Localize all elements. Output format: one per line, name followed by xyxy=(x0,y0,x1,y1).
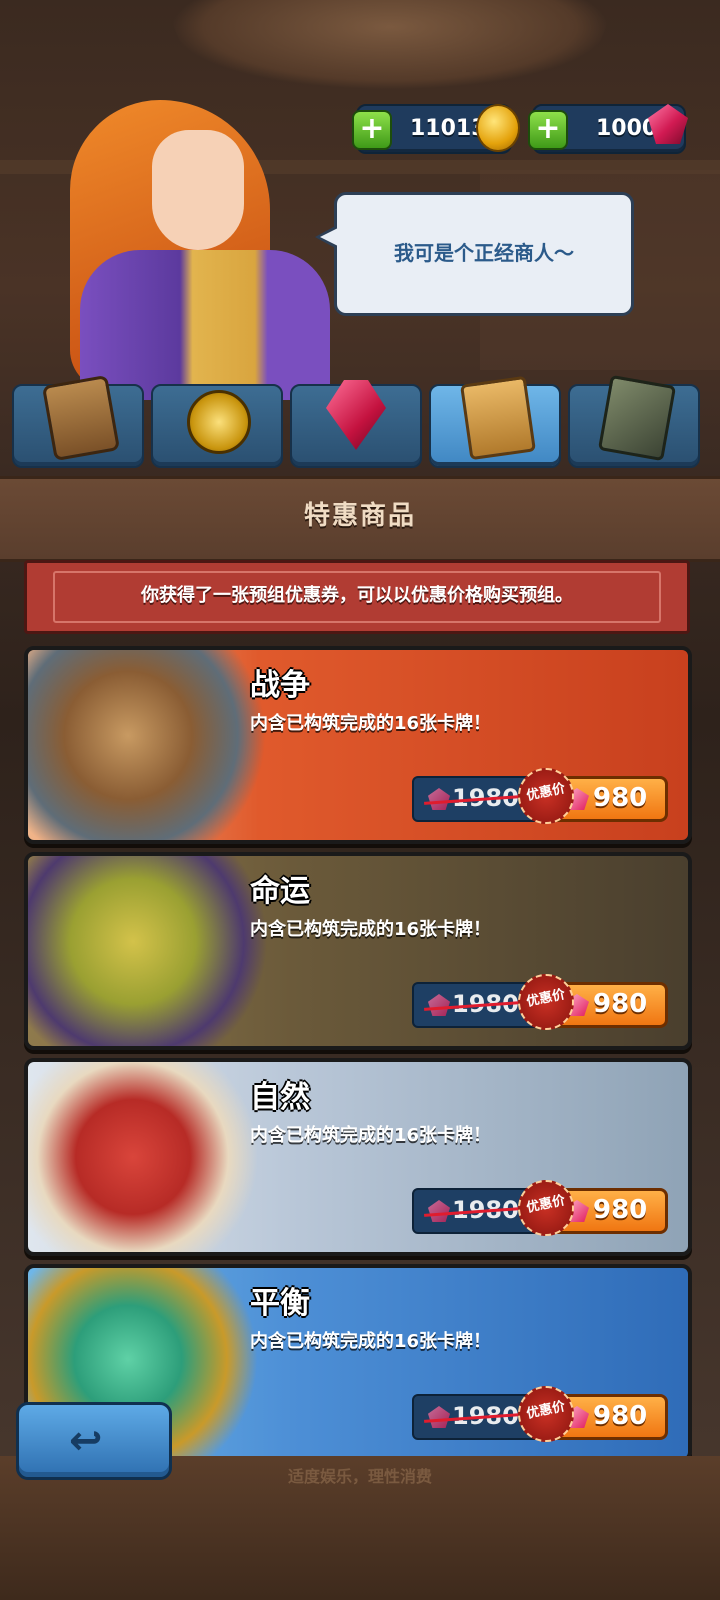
gold-coin-icon xyxy=(476,104,520,152)
lightning-card-icon xyxy=(597,374,677,462)
tab-decks[interactable] xyxy=(429,375,561,468)
section-header: 特惠商品 xyxy=(0,476,720,562)
merchant-dress xyxy=(80,250,330,400)
deck-description: 内含已构筑完成的16张卡牌！ xyxy=(250,919,492,940)
deck-description: 内含已构筑完成的16张卡牌！ xyxy=(250,1331,492,1352)
coin-balance[interactable]: + 11013 xyxy=(352,104,520,154)
deck-title: 战争 xyxy=(250,668,310,703)
sale-price-value: 980 xyxy=(593,989,648,1019)
back-button[interactable]: ↩ xyxy=(16,1402,172,1480)
discount-badge-label: 优惠价 xyxy=(525,987,567,1010)
deck-offer-nature[interactable]: 自然 内含已构筑完成的16张卡牌！ 1980 优惠价 980 xyxy=(24,1058,692,1256)
coupon-notice: 你获得了一张预组优惠券，可以以优惠价格购买预组。 xyxy=(24,560,690,634)
gold-watch-icon xyxy=(187,390,251,454)
speech-bubble: 我可是个正经商人～ xyxy=(315,192,634,316)
section-title: 特惠商品 xyxy=(303,501,416,531)
shop-scene: + 11013 + 1000 我可是个正经商人～ 特惠商品 你获得了一张预组优惠… xyxy=(0,0,720,1600)
add-coins-button[interactable]: + xyxy=(352,110,392,150)
discount-badge: 优惠价 xyxy=(518,974,574,1030)
tab-gold-watch[interactable] xyxy=(151,384,283,468)
add-gems-button[interactable]: + xyxy=(528,110,568,150)
discount-badge-label: 优惠价 xyxy=(525,781,567,804)
discount-badge-label: 优惠价 xyxy=(525,1399,567,1422)
nature-hero-art xyxy=(28,1062,278,1252)
discount-badge: 优惠价 xyxy=(518,1180,574,1236)
sale-price-value: 980 xyxy=(593,783,648,813)
gem-icon xyxy=(428,1200,450,1222)
price-box[interactable]: 1980 优惠价 980 xyxy=(412,768,668,824)
deck-title: 自然 xyxy=(250,1080,310,1115)
price-box[interactable]: 1980 优惠价 980 xyxy=(412,974,668,1030)
sale-price-value: 980 xyxy=(593,1401,648,1431)
speech-text: 我可是个正经商人～ xyxy=(394,241,574,265)
discount-badge: 优惠价 xyxy=(518,1386,574,1442)
price-box[interactable]: 1980 优惠价 980 xyxy=(412,1180,668,1236)
fate-hero-art xyxy=(28,856,278,1046)
discount-badge: 优惠价 xyxy=(518,768,574,824)
deck-description: 内含已构筑完成的16张卡牌！ xyxy=(250,1125,492,1146)
merchant-face xyxy=(152,130,244,250)
card-pack-icon xyxy=(41,374,121,462)
gem-icon xyxy=(428,1406,450,1428)
discount-badge-label: 优惠价 xyxy=(525,1193,567,1216)
war-hero-art xyxy=(28,650,278,840)
price-box[interactable]: 1980 优惠价 980 xyxy=(412,1386,668,1442)
deck-offer-fate[interactable]: 命运 内含已构筑完成的16张卡牌！ 1980 优惠价 980 xyxy=(24,852,692,1050)
tab-lightning-card[interactable] xyxy=(568,374,700,468)
notice-text: 你获得了一张预组优惠券，可以以优惠价格购买预组。 xyxy=(141,585,573,606)
gem-icon xyxy=(428,788,450,810)
category-tabs xyxy=(12,374,700,468)
gem-amount: 1000 xyxy=(596,116,658,141)
merchant-character xyxy=(60,100,350,400)
tab-gems[interactable] xyxy=(290,380,422,468)
deck-title: 平衡 xyxy=(250,1286,310,1321)
ruby-gem-icon xyxy=(326,380,386,450)
back-arrow-icon: ↩ xyxy=(69,1418,103,1464)
background-chandelier xyxy=(170,0,610,90)
gem-balance[interactable]: + 1000 xyxy=(528,104,688,154)
sale-price-value: 980 xyxy=(593,1195,648,1225)
tab-card-pack[interactable] xyxy=(12,374,144,468)
deck-description: 内含已构筑完成的16张卡牌！ xyxy=(250,713,492,734)
deck-book-icon xyxy=(460,375,536,461)
deck-title: 命运 xyxy=(250,874,310,909)
gem-icon xyxy=(428,994,450,1016)
deck-offer-war[interactable]: 战争 内含已构筑完成的16张卡牌！ 1980 优惠价 980 xyxy=(24,646,692,844)
